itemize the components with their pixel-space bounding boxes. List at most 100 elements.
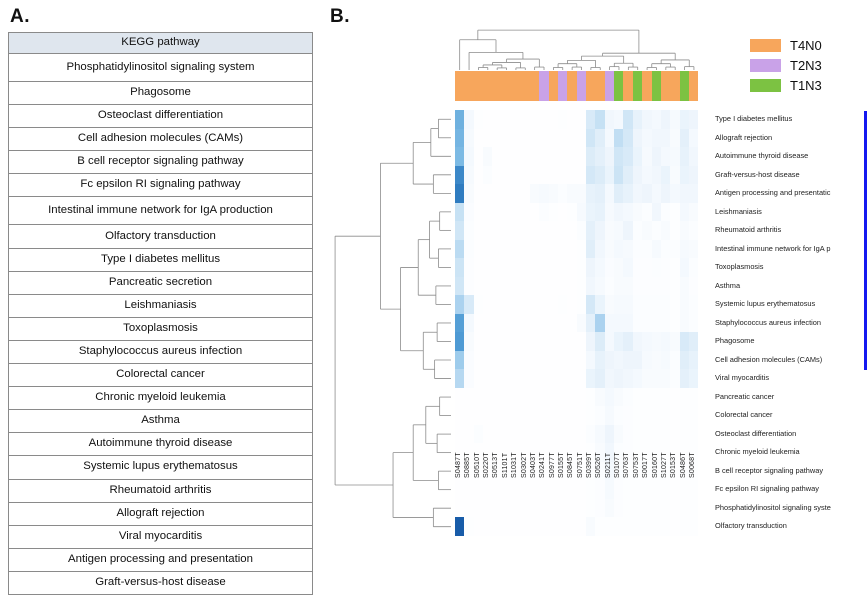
- heatmap-cell: [614, 221, 624, 240]
- heatmap-cell: [595, 258, 605, 277]
- heatmap-cell: [473, 147, 484, 166]
- heatmap-cell: [642, 480, 652, 499]
- heatmap-cell: [604, 517, 615, 536]
- heatmap-cell: [557, 498, 568, 518]
- heatmap-cell: [483, 258, 493, 277]
- heatmap-cell: [595, 276, 605, 296]
- heatmap-cell: [614, 517, 624, 536]
- heatmap-cell: [464, 480, 474, 499]
- kegg-table-row: Autoimmune thyroid disease: [8, 432, 313, 457]
- heatmap-column-label: S0753T: [632, 452, 640, 478]
- kegg-table-row: Phosphatidylinositol signaling system: [8, 53, 313, 82]
- heatmap-cell: [688, 387, 699, 407]
- heatmap-cell: [642, 258, 652, 277]
- heatmap-cell: [576, 332, 587, 351]
- heatmap-cell: [623, 258, 633, 277]
- heatmap-column-label: S0885T: [464, 452, 472, 478]
- heatmap-cell: [586, 128, 596, 148]
- heatmap-cell: [660, 498, 671, 518]
- heatmap-cell: [586, 110, 596, 129]
- heatmap-cell: [679, 202, 689, 222]
- heatmap-cell: [483, 276, 493, 296]
- heatmap-cell: [642, 276, 652, 296]
- kegg-table-row: Pancreatic secretion: [8, 270, 313, 295]
- heatmap-cell: [557, 369, 568, 388]
- heatmap-cell: [670, 147, 680, 166]
- annotation-cell: [670, 71, 680, 101]
- heatmap-cell: [651, 184, 661, 203]
- heatmap-cell: [455, 128, 465, 148]
- heatmap-cell: [651, 350, 661, 370]
- heatmap-cell: [670, 110, 680, 129]
- heatmap-cell: [529, 239, 540, 259]
- heatmap-cell: [483, 387, 493, 407]
- heatmap-cell: [586, 332, 596, 351]
- heatmap-cell: [688, 350, 699, 370]
- heatmap-cell: [557, 295, 568, 314]
- heatmap-column-label: S0487T: [455, 452, 462, 478]
- heatmap-cell: [557, 258, 568, 277]
- heatmap-cell: [539, 295, 549, 314]
- heatmap-cell: [520, 184, 530, 203]
- heatmap-cell: [660, 184, 671, 203]
- heatmap-cell: [557, 147, 568, 166]
- heatmap-cell: [455, 480, 465, 499]
- heatmap-cell: [529, 110, 540, 129]
- annotation-cell: [511, 71, 521, 101]
- kegg-pathway-cell: Asthma: [8, 409, 313, 434]
- heatmap-cell: [623, 295, 633, 314]
- heatmap-row-label: Olfactory transduction: [715, 521, 787, 531]
- heatmap-row-label: Rheumatoid arthritis: [715, 225, 782, 235]
- heatmap-cell: [501, 110, 512, 129]
- heatmap-cell: [548, 350, 558, 370]
- heatmap-cell: [660, 350, 671, 370]
- heatmap-cell: [464, 239, 474, 259]
- kegg-pathway-table: KEGG pathway Phosphatidylinositol signali…: [8, 32, 313, 595]
- heatmap-cell: [529, 276, 540, 296]
- heatmap-row-label: Antigen processing and presentatic: [715, 188, 831, 198]
- heatmap-cell: [632, 165, 643, 185]
- heatmap-cell: [604, 313, 615, 333]
- heatmap-cell: [483, 313, 493, 333]
- heatmap-cell: [595, 184, 605, 203]
- kegg-table-row: Graft-versus-host disease: [8, 570, 313, 595]
- heatmap-cell: [586, 258, 596, 277]
- heatmap-cell: [632, 295, 643, 314]
- heatmap-cell: [642, 369, 652, 388]
- heatmap-cell: [614, 202, 624, 222]
- annotation-cell: [586, 71, 596, 101]
- heatmap-cell: [557, 387, 568, 407]
- heatmap-cell: [660, 387, 671, 407]
- heatmap-cell: [679, 165, 689, 185]
- heatmap-cell: [679, 350, 689, 370]
- heatmap-cell: [464, 128, 474, 148]
- heatmap-cell: [688, 110, 699, 129]
- heatmap-cell: [670, 165, 680, 185]
- heatmap-cell: [642, 313, 652, 333]
- heatmap-cell: [501, 313, 512, 333]
- heatmap-cell: [473, 313, 484, 333]
- heatmap-cell: [511, 258, 521, 277]
- annotation-cell: [473, 71, 484, 101]
- heatmap-cell: [679, 517, 689, 536]
- heatmap-cell: [455, 498, 465, 518]
- heatmap-cell: [464, 369, 474, 388]
- heatmap-cell: [567, 147, 577, 166]
- heatmap-cell: [632, 369, 643, 388]
- heatmap-cell: [464, 332, 474, 351]
- heatmap-cell: [576, 350, 587, 370]
- heatmap-cell: [688, 480, 699, 499]
- heatmap-cell: [501, 480, 512, 499]
- heatmap-cell: [604, 147, 615, 166]
- heatmap-cell: [586, 147, 596, 166]
- kegg-table-row: Intestinal immune network for IgA produc…: [8, 196, 313, 226]
- heatmap-column-label: S0751T: [576, 452, 584, 478]
- heatmap-cell: [679, 128, 689, 148]
- heatmap-cell: [586, 480, 596, 499]
- heatmap-cell: [586, 165, 596, 185]
- heatmap-cell: [660, 110, 671, 129]
- heatmap-cell: [557, 184, 568, 203]
- heatmap-cell: [670, 369, 680, 388]
- heatmap-cell: [623, 128, 633, 148]
- heatmap-column-label: S1031T: [511, 452, 519, 478]
